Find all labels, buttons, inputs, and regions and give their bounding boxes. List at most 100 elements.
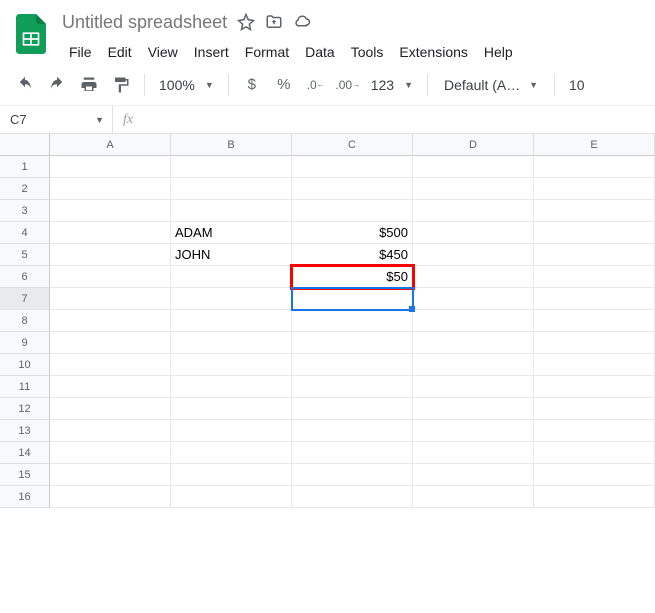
cell-D12[interactable] — [413, 398, 534, 420]
cell-E6[interactable] — [534, 266, 655, 288]
menu-help[interactable]: Help — [477, 40, 520, 64]
cell-C2[interactable] — [292, 178, 413, 200]
cell-D11[interactable] — [413, 376, 534, 398]
row-header-11[interactable]: 11 — [0, 376, 50, 398]
cell-E1[interactable] — [534, 156, 655, 178]
row-header-6[interactable]: 6 — [0, 266, 50, 288]
menu-view[interactable]: View — [141, 40, 185, 64]
cell-C5[interactable]: $450 — [292, 244, 413, 266]
cell-C10[interactable] — [292, 354, 413, 376]
cell-D2[interactable] — [413, 178, 534, 200]
cell-D3[interactable] — [413, 200, 534, 222]
star-icon[interactable] — [237, 13, 255, 31]
menu-tools[interactable]: Tools — [344, 40, 391, 64]
menu-edit[interactable]: Edit — [101, 40, 139, 64]
currency-button[interactable]: $ — [237, 71, 267, 99]
cell-D6[interactable] — [413, 266, 534, 288]
cell-B11[interactable] — [171, 376, 292, 398]
select-all-corner[interactable] — [0, 134, 50, 156]
row-header-13[interactable]: 13 — [0, 420, 50, 442]
cell-A2[interactable] — [50, 178, 171, 200]
spreadsheet-grid[interactable]: ABCDE1234ADAM$5005JOHN$4506$507891011121… — [0, 134, 655, 508]
cell-D13[interactable] — [413, 420, 534, 442]
cloud-status-icon[interactable] — [293, 13, 311, 31]
cell-B7[interactable] — [171, 288, 292, 310]
paint-format-button[interactable] — [106, 71, 136, 99]
cell-E8[interactable] — [534, 310, 655, 332]
cell-C6[interactable]: $50 — [292, 266, 413, 288]
cell-E5[interactable] — [534, 244, 655, 266]
cell-C12[interactable] — [292, 398, 413, 420]
cell-B13[interactable] — [171, 420, 292, 442]
column-header-E[interactable]: E — [534, 134, 655, 156]
cell-C1[interactable] — [292, 156, 413, 178]
cell-D8[interactable] — [413, 310, 534, 332]
cell-D10[interactable] — [413, 354, 534, 376]
row-header-4[interactable]: 4 — [0, 222, 50, 244]
cell-B2[interactable] — [171, 178, 292, 200]
column-header-A[interactable]: A — [50, 134, 171, 156]
menu-insert[interactable]: Insert — [187, 40, 236, 64]
row-header-5[interactable]: 5 — [0, 244, 50, 266]
menu-data[interactable]: Data — [298, 40, 342, 64]
cell-A4[interactable] — [50, 222, 171, 244]
cell-C13[interactable] — [292, 420, 413, 442]
cell-C11[interactable] — [292, 376, 413, 398]
cell-E13[interactable] — [534, 420, 655, 442]
cell-E12[interactable] — [534, 398, 655, 420]
cell-A14[interactable] — [50, 442, 171, 464]
fill-handle[interactable] — [409, 306, 415, 312]
cell-D1[interactable] — [413, 156, 534, 178]
cell-C4[interactable]: $500 — [292, 222, 413, 244]
cell-D4[interactable] — [413, 222, 534, 244]
zoom-dropdown[interactable]: 100%▼ — [153, 77, 220, 93]
cell-A16[interactable] — [50, 486, 171, 508]
font-family-dropdown[interactable]: Default (Ari...▼ — [436, 77, 546, 93]
cell-E11[interactable] — [534, 376, 655, 398]
column-header-B[interactable]: B — [171, 134, 292, 156]
cell-C15[interactable] — [292, 464, 413, 486]
cell-A12[interactable] — [50, 398, 171, 420]
row-header-10[interactable]: 10 — [0, 354, 50, 376]
cell-B9[interactable] — [171, 332, 292, 354]
cell-D15[interactable] — [413, 464, 534, 486]
row-header-7[interactable]: 7 — [0, 288, 50, 310]
column-header-C[interactable]: C — [292, 134, 413, 156]
row-header-15[interactable]: 15 — [0, 464, 50, 486]
cell-E16[interactable] — [534, 486, 655, 508]
cell-C7[interactable] — [292, 288, 413, 310]
cell-B16[interactable] — [171, 486, 292, 508]
cell-A5[interactable] — [50, 244, 171, 266]
cell-C3[interactable] — [292, 200, 413, 222]
undo-button[interactable] — [10, 71, 40, 99]
cell-A10[interactable] — [50, 354, 171, 376]
cell-B4[interactable]: ADAM — [171, 222, 292, 244]
print-button[interactable] — [74, 71, 104, 99]
cell-E14[interactable] — [534, 442, 655, 464]
cell-B10[interactable] — [171, 354, 292, 376]
cell-A9[interactable] — [50, 332, 171, 354]
cell-A11[interactable] — [50, 376, 171, 398]
cell-D9[interactable] — [413, 332, 534, 354]
cell-B8[interactable] — [171, 310, 292, 332]
row-header-16[interactable]: 16 — [0, 486, 50, 508]
cell-A7[interactable] — [50, 288, 171, 310]
name-box-dropdown-icon[interactable]: ▼ — [95, 115, 104, 125]
cell-A8[interactable] — [50, 310, 171, 332]
cell-C14[interactable] — [292, 442, 413, 464]
cell-E9[interactable] — [534, 332, 655, 354]
cell-A13[interactable] — [50, 420, 171, 442]
cell-E10[interactable] — [534, 354, 655, 376]
formula-input[interactable] — [143, 106, 655, 133]
cell-B12[interactable] — [171, 398, 292, 420]
row-header-1[interactable]: 1 — [0, 156, 50, 178]
row-header-12[interactable]: 12 — [0, 398, 50, 420]
cell-D7[interactable] — [413, 288, 534, 310]
cell-E7[interactable] — [534, 288, 655, 310]
cell-B14[interactable] — [171, 442, 292, 464]
move-folder-icon[interactable] — [265, 13, 283, 31]
cell-C9[interactable] — [292, 332, 413, 354]
cell-E15[interactable] — [534, 464, 655, 486]
cell-A3[interactable] — [50, 200, 171, 222]
document-title[interactable]: Untitled spreadsheet — [62, 12, 227, 33]
